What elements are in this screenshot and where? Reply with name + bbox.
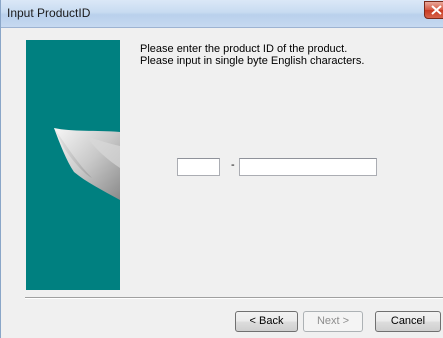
close-icon xyxy=(431,5,442,15)
product-id-part2-input[interactable] xyxy=(239,158,377,176)
next-button[interactable]: Next > xyxy=(303,311,363,332)
product-id-part1-input[interactable] xyxy=(177,158,220,176)
side-panel xyxy=(26,40,120,290)
instructions-text: Please enter the product ID of the produ… xyxy=(140,43,364,67)
title-bar[interactable]: Input ProductID xyxy=(1,0,443,28)
back-button[interactable]: < Back xyxy=(235,311,298,332)
instruction-line-1: Please enter the product ID of the produ… xyxy=(140,43,348,55)
dialog-window: Input ProductID Please enter the product… xyxy=(0,0,443,338)
dialog-body: Please enter the product ID of the produ… xyxy=(2,28,443,338)
close-button[interactable] xyxy=(424,1,443,19)
page-curl-graphic xyxy=(54,128,120,200)
instruction-line-2: Please input in single byte English char… xyxy=(140,55,365,67)
button-separator xyxy=(25,297,443,299)
product-id-separator: - xyxy=(231,159,235,171)
window-title: Input ProductID xyxy=(7,6,91,20)
cancel-button[interactable]: Cancel xyxy=(375,311,441,332)
